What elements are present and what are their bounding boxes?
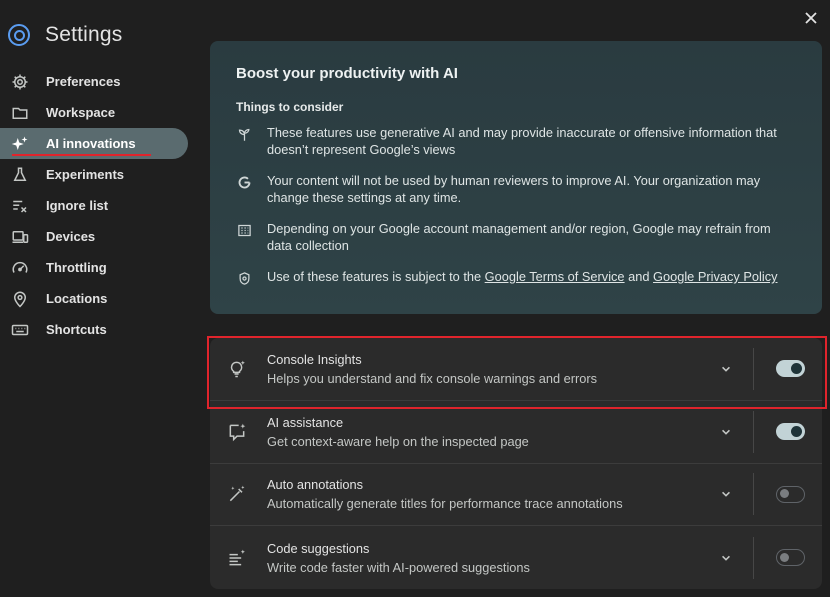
ai-features-list: Console Insights Helps you understand an… bbox=[210, 338, 822, 589]
terms-text-before: Use of these features is subject to the bbox=[267, 269, 485, 284]
building-icon bbox=[236, 222, 252, 238]
feature-row-console-insights[interactable]: Console Insights Helps you understand an… bbox=[210, 338, 822, 401]
console-insights-toggle[interactable] bbox=[776, 360, 805, 378]
feature-text: Code suggestions Write code faster with … bbox=[267, 541, 719, 575]
sidebar-item-locations[interactable]: Locations bbox=[0, 283, 188, 314]
google-g-icon bbox=[236, 174, 252, 190]
chrome-logo-icon bbox=[8, 24, 30, 46]
chat-sparkle-icon bbox=[227, 422, 247, 442]
divider bbox=[753, 473, 754, 516]
sidebar-item-label: Locations bbox=[46, 291, 108, 306]
feature-description: Get context-aware help on the inspected … bbox=[267, 433, 529, 449]
divider bbox=[753, 410, 754, 453]
consider-text: These features use generative AI and may… bbox=[267, 125, 777, 157]
location-pin-icon bbox=[11, 290, 29, 308]
chevron-down-icon[interactable] bbox=[719, 551, 733, 565]
list-item: Your content will not be used by human r… bbox=[236, 172, 796, 206]
chevron-down-icon[interactable] bbox=[719, 425, 733, 439]
ai-assistance-toggle[interactable] bbox=[776, 423, 805, 441]
consider-text: Depending on your Google account managem… bbox=[267, 221, 771, 253]
auto-annotations-toggle[interactable] bbox=[776, 485, 805, 503]
card-title: Boost your productivity with AI bbox=[236, 65, 458, 82]
sidebar-item-label: Experiments bbox=[46, 167, 125, 182]
feature-title: Console Insights bbox=[267, 351, 362, 367]
feature-text: Console Insights Helps you understand an… bbox=[267, 352, 719, 386]
feature-text: AI assistance Get context-aware help on … bbox=[267, 415, 719, 449]
consider-text: Use of these features is subject to the … bbox=[267, 268, 796, 285]
keyboard-icon bbox=[11, 321, 29, 339]
list-item: Use of these features is subject to the … bbox=[236, 268, 796, 286]
speedometer-icon bbox=[11, 259, 29, 277]
consider-list: These features use generative AI and may… bbox=[236, 124, 796, 286]
chevron-down-icon[interactable] bbox=[719, 362, 733, 376]
ignore-list-icon bbox=[11, 197, 29, 215]
sidebar-item-throttling[interactable]: Throttling bbox=[0, 252, 188, 283]
sprout-icon bbox=[236, 126, 252, 142]
gear-icon bbox=[11, 73, 29, 91]
sidebar: Settings Preferences Workspace AI innova… bbox=[0, 0, 200, 597]
ai-info-card: Boost your productivity with AI Things t… bbox=[210, 41, 822, 314]
sidebar-item-workspace[interactable]: Workspace bbox=[0, 97, 188, 128]
sidebar-item-label: Shortcuts bbox=[46, 322, 107, 337]
sidebar-item-label: Workspace bbox=[46, 105, 116, 120]
code-lines-sparkle-icon bbox=[227, 548, 247, 568]
feature-row-code-suggestions[interactable]: Code suggestions Write code faster with … bbox=[210, 526, 822, 589]
feature-description: Helps you understand and fix console war… bbox=[267, 370, 598, 386]
sidebar-nav: Preferences Workspace AI innovations Exp… bbox=[0, 66, 200, 345]
sidebar-item-ai-innovations[interactable]: AI innovations bbox=[0, 128, 188, 159]
consider-heading: Things to consider bbox=[236, 100, 344, 114]
sidebar-item-label: Throttling bbox=[46, 260, 107, 275]
devices-icon bbox=[11, 228, 29, 246]
feature-description: Automatically generate titles for perfor… bbox=[267, 496, 623, 512]
feature-text: Auto annotations Automatically generate … bbox=[267, 477, 719, 511]
sidebar-item-label: Preferences bbox=[46, 74, 121, 89]
feature-title: Auto annotations bbox=[267, 477, 364, 493]
page-title: Settings bbox=[45, 23, 123, 46]
magic-pen-icon bbox=[227, 484, 247, 504]
feature-description: Write code faster with AI-powered sugges… bbox=[267, 559, 530, 575]
sidebar-item-label: AI innovations bbox=[46, 136, 136, 151]
privacy-policy-link[interactable]: Google Privacy Policy bbox=[653, 269, 777, 284]
terms-of-service-link[interactable]: Google Terms of Service bbox=[485, 269, 625, 284]
close-icon bbox=[805, 12, 817, 24]
sidebar-item-label: Ignore list bbox=[46, 198, 109, 213]
terms-text-mid: and bbox=[624, 269, 654, 284]
sidebar-item-experiments[interactable]: Experiments bbox=[0, 159, 188, 190]
sidebar-item-devices[interactable]: Devices bbox=[0, 221, 188, 252]
consider-text: Your content will not be used by human r… bbox=[267, 173, 761, 205]
folder-icon bbox=[11, 104, 29, 122]
chevron-down-icon[interactable] bbox=[719, 487, 733, 501]
feature-row-auto-annotations[interactable]: Auto annotations Automatically generate … bbox=[210, 464, 822, 527]
policy-shield-icon bbox=[236, 270, 252, 286]
sidebar-item-ignore-list[interactable]: Ignore list bbox=[0, 190, 188, 221]
lightbulb-sparkle-icon bbox=[227, 359, 247, 379]
feature-title: AI assistance bbox=[267, 414, 344, 430]
sidebar-item-shortcuts[interactable]: Shortcuts bbox=[0, 314, 188, 345]
brand: Settings bbox=[8, 20, 122, 50]
list-item: These features use generative AI and may… bbox=[236, 124, 796, 158]
divider bbox=[753, 347, 754, 390]
annotation-underline bbox=[12, 154, 151, 156]
flask-icon bbox=[11, 166, 29, 184]
code-suggestions-toggle[interactable] bbox=[776, 549, 805, 567]
divider bbox=[753, 536, 754, 579]
sidebar-item-label: Devices bbox=[46, 229, 96, 244]
close-button[interactable] bbox=[803, 10, 819, 26]
feature-row-ai-assistance[interactable]: AI assistance Get context-aware help on … bbox=[210, 401, 822, 464]
sparkle-icon bbox=[11, 135, 29, 153]
sidebar-item-preferences[interactable]: Preferences bbox=[0, 66, 188, 97]
feature-title: Code suggestions bbox=[267, 540, 370, 556]
list-item: Depending on your Google account managem… bbox=[236, 220, 796, 254]
